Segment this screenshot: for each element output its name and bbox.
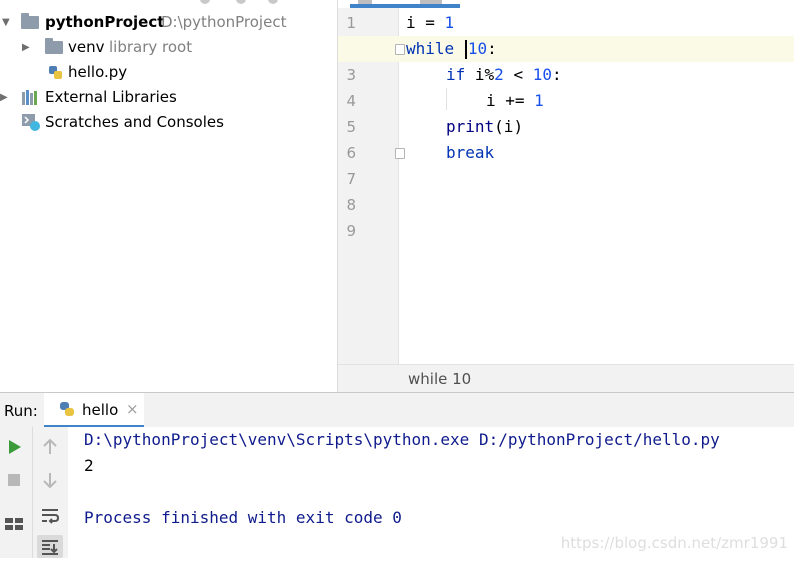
editor-breadcrumb[interactable]: while 10 [338, 364, 794, 393]
line-number: 1 [346, 14, 356, 32]
text-caret [464, 40, 467, 59]
project-tool-window: ▼ pythonProject D:\pythonProject ▶ venv … [0, 0, 338, 392]
run-icon[interactable] [2, 435, 26, 459]
up-arrow-icon[interactable] [38, 435, 62, 459]
code-line-1[interactable]: i = 1 [406, 10, 454, 36]
folder-icon [21, 13, 39, 29]
expand-right-icon[interactable]: ▶ [0, 85, 8, 110]
breadcrumb-item[interactable]: while 10 [408, 370, 471, 388]
venv-hint: library root [109, 38, 193, 56]
layout-icon[interactable] [2, 511, 26, 535]
console-command-line: D:\pythonProject\venv\Scripts\python.exe… [84, 430, 720, 449]
code-line-4[interactable]: i += 1 [486, 88, 544, 114]
number-token: 1 [534, 91, 544, 110]
run-tab-hello[interactable]: hello × [44, 393, 144, 428]
expand-down-icon[interactable]: ▼ [2, 10, 10, 35]
scratches-label: Scratches and Consoles [45, 113, 224, 131]
console-exit-line: Process finished with exit code 0 [84, 508, 402, 527]
code-token: < [503, 65, 533, 84]
python-file-icon [49, 66, 62, 79]
line-number: 5 [346, 118, 356, 136]
code-token: i += [486, 91, 535, 110]
scroll-to-end-toggle[interactable] [37, 535, 63, 558]
line-number: 8 [346, 196, 356, 214]
stop-icon[interactable] [2, 468, 26, 492]
tree-row-scratches[interactable]: Scratches and Consoles [0, 110, 337, 135]
keyword-token: while [406, 39, 455, 58]
tree-row-project-root[interactable]: ▼ pythonProject D:\pythonProject [0, 10, 337, 35]
keyword-token: if [446, 65, 466, 84]
code-line-6[interactable]: break [446, 140, 494, 166]
run-toolbar [0, 427, 68, 558]
code-line-5[interactable]: print(i) [446, 114, 523, 140]
code-token: i = [406, 13, 445, 32]
fold-marker-icon[interactable] [395, 44, 405, 55]
tree-row-hello-py[interactable]: hello.py [0, 60, 337, 85]
tree-row-venv[interactable]: ▶ venv library root [0, 35, 337, 60]
console-output-line: 2 [84, 456, 94, 475]
line-number: 4 [346, 92, 356, 110]
code-editor[interactable]: 1 2 3 4 5 6 7 8 9 i = 1 while 10: if i%2… [338, 0, 794, 393]
number-token: 10 [532, 65, 552, 84]
folder-icon [45, 38, 63, 54]
code-token: : [487, 39, 497, 58]
code-token: : [551, 65, 562, 84]
run-tab-label: hello [82, 401, 119, 419]
line-number: 7 [346, 170, 356, 188]
fold-marker-icon[interactable] [395, 148, 405, 159]
toolbar-icon[interactable] [268, 0, 278, 4]
down-arrow-icon[interactable] [38, 468, 62, 492]
line-number: 3 [346, 66, 356, 84]
soft-wrap-icon[interactable] [38, 503, 62, 527]
line-number: 9 [346, 222, 356, 240]
library-icon [22, 90, 37, 105]
project-root-path: D:\pythonProject [161, 13, 287, 31]
venv-label: venv [68, 38, 105, 56]
expand-right-icon[interactable]: ▶ [22, 35, 30, 60]
close-icon[interactable]: × [126, 400, 139, 418]
toolbar-icon[interactable] [236, 0, 246, 4]
number-token: 1 [444, 13, 455, 32]
run-label: Run: [4, 402, 38, 420]
code-token: i% [465, 65, 495, 84]
project-toolbar-strip [0, 0, 337, 8]
file-label: hello.py [68, 63, 128, 81]
builtin-token: print [446, 117, 495, 136]
watermark: https://blog.csdn.net/zmr1991 [560, 534, 788, 552]
python-icon [60, 402, 74, 416]
editor-tab-hello-py[interactable] [350, 0, 460, 8]
number-token: 10 [467, 39, 488, 58]
code-token: (i) [494, 117, 524, 136]
run-tool-window-header: Run: hello × [0, 392, 794, 428]
external-libraries-label: External Libraries [45, 88, 177, 106]
keyword-token: break [446, 143, 495, 162]
number-token: 2 [494, 65, 504, 84]
line-number: 6 [346, 144, 356, 162]
code-line-3[interactable]: if i%2 < 10: [446, 62, 562, 88]
scratches-icon [22, 114, 40, 131]
tree-row-external-libraries[interactable]: ▶ External Libraries [0, 85, 337, 110]
toolbar-divider [32, 427, 33, 558]
indent-guide [446, 88, 447, 110]
toolbar-icon[interactable] [200, 0, 210, 4]
project-root-name: pythonProject [45, 13, 165, 31]
code-line-2[interactable]: while 10: [406, 36, 497, 62]
scroll-to-end-icon [42, 540, 58, 555]
